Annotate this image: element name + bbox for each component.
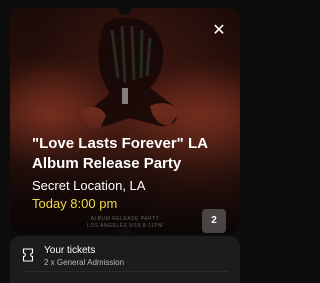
close-icon[interactable]: ✕ [210, 22, 228, 40]
panel-divider [22, 271, 228, 272]
your-tickets-label: Your tickets [44, 245, 96, 256]
event-title: "Love Lasts Forever" LA Album Release Pa… [32, 135, 208, 172]
ticket-type-detail: 2 x General Admission [44, 258, 125, 267]
event-ticket-screen: ✕ "Love Lasts Forever" LA Album Release … [0, 0, 250, 283]
tickets-panel[interactable]: Your tickets 2 x General Admission [10, 236, 240, 283]
event-card[interactable]: ✕ "Love Lasts Forever" LA Album Release … [10, 8, 240, 234]
event-datetime: Today 8:00 pm [32, 196, 118, 211]
event-venue: Secret Location, LA [32, 178, 146, 193]
ticket-icon [22, 248, 34, 262]
card-notch-top [118, 1, 132, 15]
ticket-count-badge[interactable]: 2 [202, 209, 226, 233]
